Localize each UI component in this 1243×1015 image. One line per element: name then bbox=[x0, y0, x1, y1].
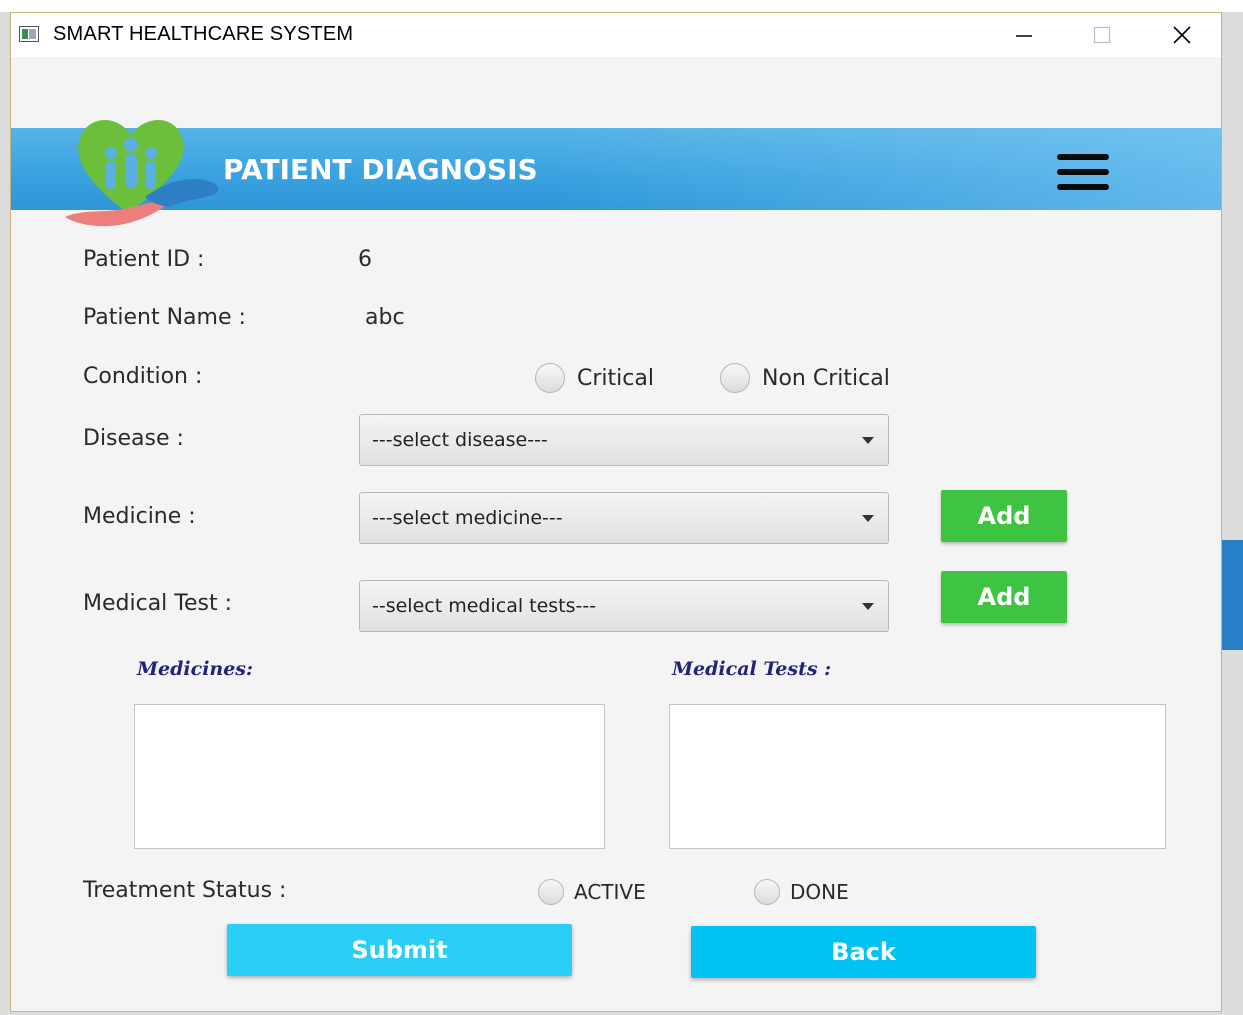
condition-label: Condition : bbox=[83, 364, 203, 389]
patient-name-value: abc bbox=[365, 305, 405, 330]
condition-non-critical-radio[interactable]: Non Critical bbox=[720, 363, 890, 393]
disease-select-value: ---select disease--- bbox=[372, 429, 548, 451]
treatment-status-done-radio[interactable]: DONE bbox=[754, 879, 849, 905]
page-title: PATIENT DIAGNOSIS bbox=[223, 153, 538, 186]
minimize-icon bbox=[1016, 35, 1032, 37]
radio-circle[interactable] bbox=[720, 363, 750, 393]
treatment-status-label: Treatment Status : bbox=[83, 878, 287, 903]
app-icon bbox=[19, 26, 39, 42]
add-medical-test-button[interactable]: Add bbox=[941, 571, 1067, 623]
chevron-down-icon bbox=[862, 437, 874, 444]
maximize-button[interactable] bbox=[1063, 13, 1141, 57]
background-app-strip bbox=[0, 0, 1243, 12]
medicine-label: Medicine : bbox=[83, 504, 196, 529]
minimize-button[interactable] bbox=[985, 13, 1063, 57]
medicines-list[interactable] bbox=[134, 704, 605, 849]
hamburger-menu-icon[interactable] bbox=[1057, 154, 1111, 192]
app-window: SMART HEALTHCARE SYSTEM PATIENT DIAGNOSI… bbox=[10, 12, 1222, 1012]
patient-id-value: 6 bbox=[358, 247, 372, 272]
radio-label: Non Critical bbox=[762, 365, 890, 391]
medicines-list-title: Medicines: bbox=[137, 658, 254, 680]
radio-label: Critical bbox=[577, 365, 654, 391]
condition-critical-radio[interactable]: Critical bbox=[535, 363, 654, 393]
medical-test-label: Medical Test : bbox=[83, 591, 233, 616]
radio-label: DONE bbox=[790, 880, 849, 904]
medical-test-select[interactable]: --select medical tests--- bbox=[359, 580, 889, 632]
window-title: SMART HEALTHCARE SYSTEM bbox=[53, 23, 354, 45]
treatment-status-active-radio[interactable]: ACTIVE bbox=[538, 879, 646, 905]
radio-label: ACTIVE bbox=[574, 880, 646, 904]
chevron-down-icon bbox=[862, 515, 874, 522]
close-button[interactable] bbox=[1143, 13, 1221, 57]
healthcare-logo bbox=[65, 120, 219, 227]
submit-button[interactable]: Submit bbox=[227, 924, 572, 976]
medicine-select[interactable]: ---select medicine--- bbox=[359, 492, 889, 544]
medicine-select-value: ---select medicine--- bbox=[372, 507, 563, 529]
patient-id-label: Patient ID : bbox=[83, 247, 205, 272]
title-bar: SMART HEALTHCARE SYSTEM bbox=[11, 13, 1221, 57]
medical-tests-list[interactable] bbox=[669, 704, 1166, 849]
radio-circle[interactable] bbox=[754, 879, 780, 905]
radio-circle[interactable] bbox=[535, 363, 565, 393]
add-medicine-button[interactable]: Add bbox=[941, 490, 1067, 542]
disease-select[interactable]: ---select disease--- bbox=[359, 414, 889, 466]
close-icon bbox=[1173, 26, 1191, 44]
radio-circle[interactable] bbox=[538, 879, 564, 905]
disease-label: Disease : bbox=[83, 426, 184, 451]
chevron-down-icon bbox=[862, 603, 874, 610]
maximize-icon bbox=[1093, 26, 1111, 44]
background-app-strip bbox=[1222, 540, 1243, 650]
patient-name-label: Patient Name : bbox=[83, 305, 246, 330]
back-button[interactable]: Back bbox=[691, 926, 1036, 978]
medical-tests-list-title: Medical Tests : bbox=[672, 658, 832, 680]
medical-test-select-value: --select medical tests--- bbox=[372, 595, 597, 617]
